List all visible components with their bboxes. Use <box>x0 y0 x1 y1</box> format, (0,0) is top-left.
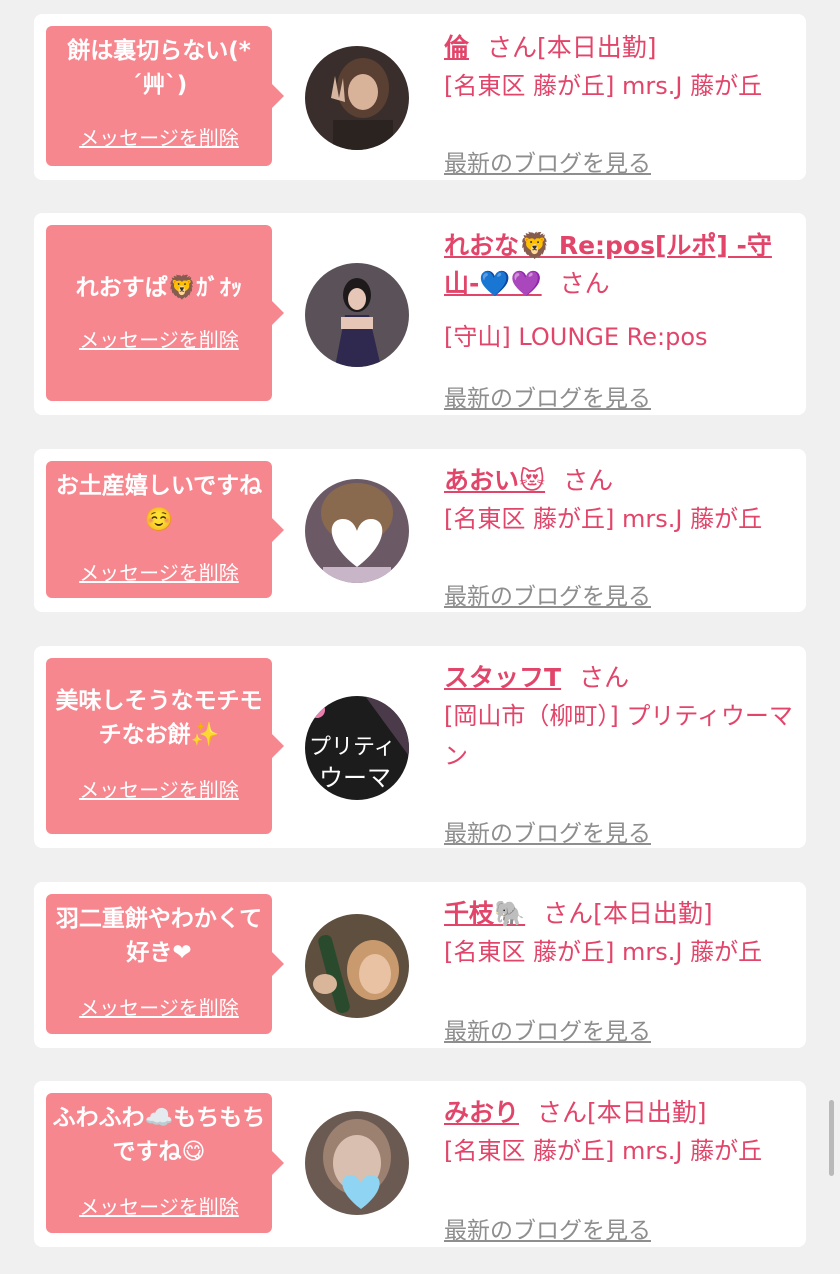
avatar[interactable] <box>305 479 409 583</box>
delete-message-link[interactable]: メッセージを削除 <box>46 557 272 586</box>
cast-name-line: あおい😻 さん <box>444 463 800 499</box>
message-text: 餅は裏切らない(* ´艸`) <box>67 38 251 98</box>
message-text: れおすぱ🦁ｶﾞｵｯ <box>75 275 243 301</box>
cast-suffix: さん <box>579 663 630 692</box>
cast-name-link[interactable]: 倫 <box>444 33 469 62</box>
avatar[interactable] <box>305 914 409 1018</box>
cast-name-line: れおな🦁 Re:pos[ルポ] -守山-💙💜 さん <box>444 227 800 303</box>
message-bubble: 美味しそうなモチモチなお餅✨ メッセージを削除 <box>46 658 284 834</box>
avatar[interactable] <box>305 46 409 150</box>
latest-blog-link[interactable]: 最新のブログを見る <box>444 379 651 413</box>
delete-message-link[interactable]: メッセージを削除 <box>46 122 272 151</box>
latest-blog-link[interactable]: 最新のブログを見る <box>444 1012 651 1046</box>
shop-name: [岡山市（柳町）] プリティウーマン <box>444 702 793 770</box>
message-card: 羽二重餅やわかくて好き❤ メッセージを削除 千枝🐘 さん[本日出勤] [名東区 藤… <box>34 882 806 1048</box>
cast-suffix: さん[本日出勤] <box>487 33 657 62</box>
message-bubble: 羽二重餅やわかくて好き❤ メッセージを削除 <box>46 894 284 1034</box>
message-card: れおすぱ🦁ｶﾞｵｯ メッセージを削除 れおな🦁 Re:pos[ルポ] -守山-💙… <box>34 213 806 415</box>
shop-name: [名東区 藤が丘] mrs.J 藤が丘 <box>444 72 763 100</box>
latest-blog-link[interactable]: 最新のブログを見る <box>444 814 651 848</box>
cast-info: れおな🦁 Re:pos[ルポ] -守山-💙💜 さん [守山] LOUNGE Re:… <box>444 227 800 412</box>
cast-suffix: さん <box>559 269 610 298</box>
cast-name-line: みおり さん[本日出勤] <box>444 1095 800 1131</box>
cast-suffix: さん[本日出勤] <box>543 899 713 928</box>
shop-name: [名東区 藤が丘] mrs.J 藤が丘 <box>444 505 763 533</box>
cast-info: みおり さん[本日出勤] [名東区 藤が丘] mrs.J 藤が丘 最新のブログを見… <box>444 1095 800 1244</box>
cast-info: スタッフT さん [岡山市（柳町）] プリティウーマン 最新のブログを見る <box>444 660 800 847</box>
delete-message-link[interactable]: メッセージを削除 <box>46 1191 272 1220</box>
message-bubble: 餅は裏切らない(* ´艸`) メッセージを削除 <box>46 26 284 166</box>
latest-blog-link[interactable]: 最新のブログを見る <box>444 577 651 611</box>
message-card: ふわふわ☁️もちもちですね😋 メッセージを削除 みおり さん[本日出勤] [名東区… <box>34 1081 806 1247</box>
cast-name-line: 倫さん[本日出勤] <box>444 30 800 66</box>
latest-blog-link[interactable]: 最新のブログを見る <box>444 144 651 178</box>
delete-message-link[interactable]: メッセージを削除 <box>46 324 272 353</box>
avatar[interactable] <box>305 263 409 367</box>
shop-name: [守山] LOUNGE Re:pos <box>444 323 708 351</box>
svg-text:プリティ: プリティ <box>309 735 396 760</box>
shop-name: [名東区 藤が丘] mrs.J 藤が丘 <box>444 1137 763 1165</box>
message-text: 美味しそうなモチモチなお餅✨ <box>55 688 263 748</box>
delete-message-link[interactable]: メッセージを削除 <box>46 992 272 1021</box>
scrollbar[interactable] <box>829 1100 834 1176</box>
message-text: ふわふわ☁️もちもちですね😋 <box>52 1105 266 1165</box>
cast-suffix: さん[本日出勤] <box>537 1098 707 1127</box>
cast-suffix: さん <box>563 466 614 495</box>
cast-info: 千枝🐘 さん[本日出勤] [名東区 藤が丘] mrs.J 藤が丘 最新のブログを見… <box>444 896 800 1045</box>
cast-name-line: 千枝🐘 さん[本日出勤] <box>444 896 800 932</box>
message-bubble: お土産嬉しいですね☺️ メッセージを削除 <box>46 461 284 598</box>
cast-name-line: スタッフT さん <box>444 660 800 696</box>
message-card: 餅は裏切らない(* ´艸`) メッセージを削除 倫さん[本日出勤] [名東区 藤… <box>34 14 806 180</box>
cast-name-link[interactable]: スタッフT <box>444 663 561 692</box>
message-bubble: ふわふわ☁️もちもちですね😋 メッセージを削除 <box>46 1093 284 1233</box>
avatar[interactable] <box>305 1111 409 1215</box>
cast-info: 倫さん[本日出勤] [名東区 藤が丘] mrs.J 藤が丘 最新のブログを見る <box>444 30 800 177</box>
cast-info: あおい😻 さん [名東区 藤が丘] mrs.J 藤が丘 最新のブログを見る <box>444 463 800 610</box>
message-text: お土産嬉しいですね☺️ <box>55 473 263 533</box>
latest-blog-link[interactable]: 最新のブログを見る <box>444 1211 651 1245</box>
avatar[interactable]: プリティ ウーマ <box>305 696 409 800</box>
delete-message-link[interactable]: メッセージを削除 <box>46 774 272 803</box>
cast-name-link[interactable]: あおい😻 <box>444 466 545 495</box>
message-bubble: れおすぱ🦁ｶﾞｵｯ メッセージを削除 <box>46 225 284 401</box>
svg-text:ウーマ: ウーマ <box>319 764 391 792</box>
shop-name: [名東区 藤が丘] mrs.J 藤が丘 <box>444 938 763 966</box>
cast-name-link[interactable]: 千枝🐘 <box>444 899 525 928</box>
cast-name-link[interactable]: みおり <box>444 1098 519 1127</box>
message-card: お土産嬉しいですね☺️ メッセージを削除 あおい😻 さん [名東区 藤が丘] mr… <box>34 449 806 612</box>
message-text: 羽二重餅やわかくて好き❤ <box>55 906 263 966</box>
message-card: 美味しそうなモチモチなお餅✨ メッセージを削除 プリティ ウーマ スタッフT さん… <box>34 646 806 848</box>
